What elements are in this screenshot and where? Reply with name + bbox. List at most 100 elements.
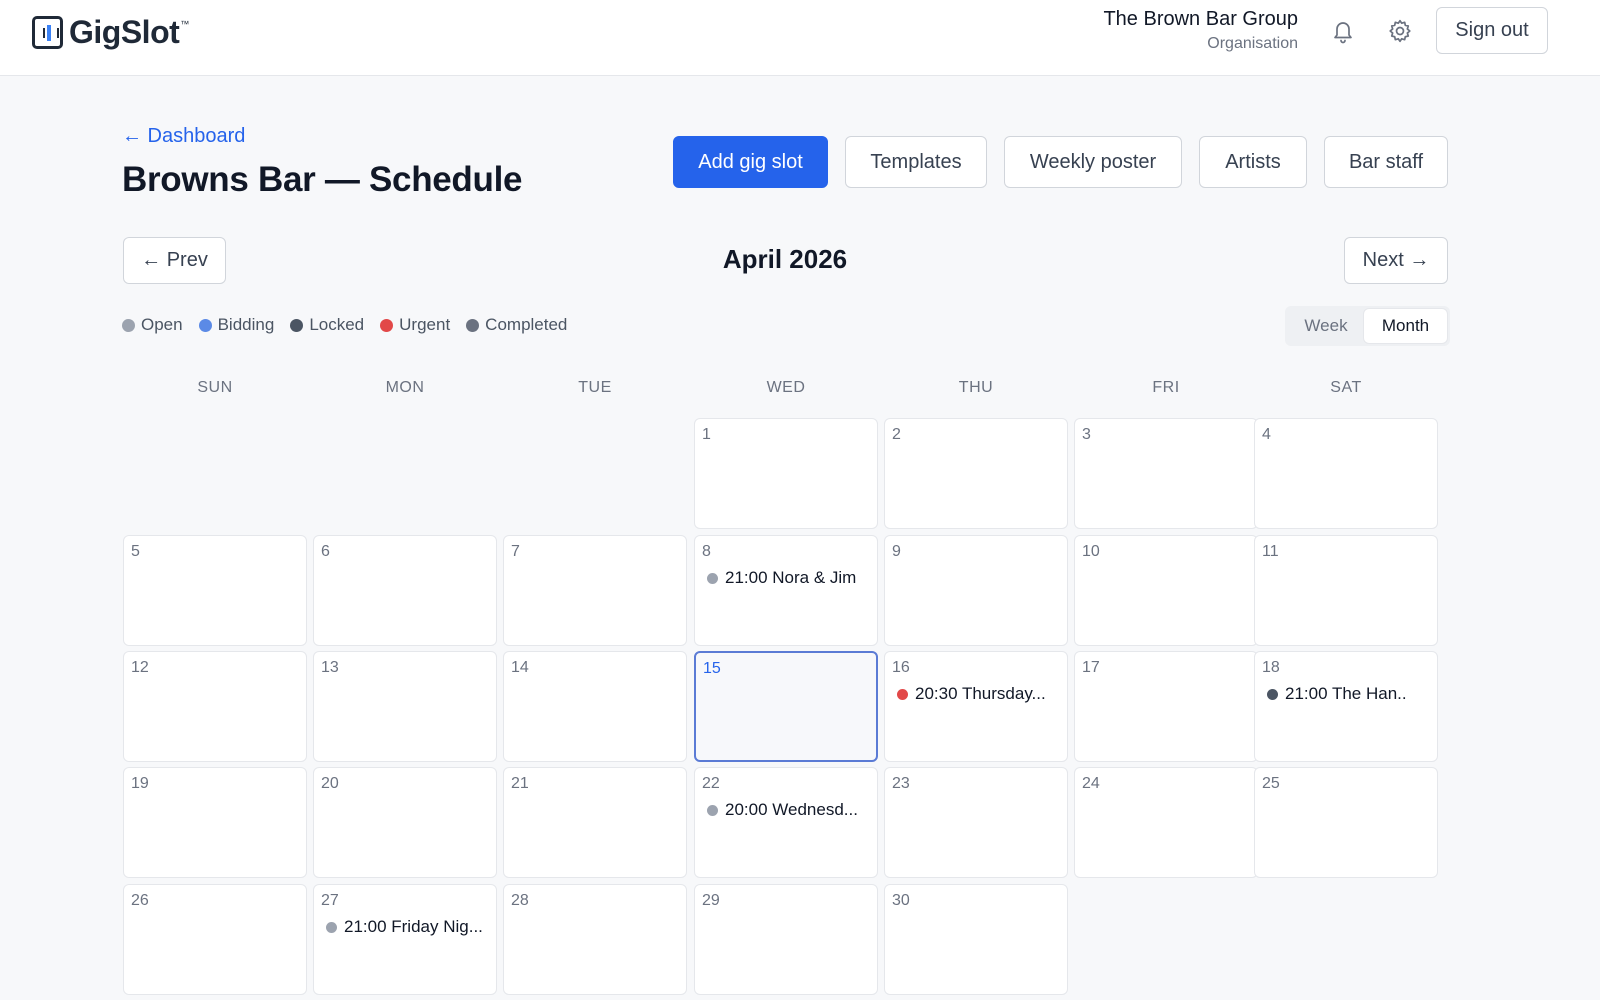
legend-label: Locked: [309, 315, 365, 334]
locked-status-dot: [1267, 688, 1278, 700]
day-cell-21[interactable]: 21: [503, 767, 687, 878]
day-cell-17[interactable]: 17: [1074, 651, 1258, 762]
logo-icon: [32, 16, 63, 49]
day-number: 7: [511, 543, 520, 560]
day-cell-25[interactable]: 25: [1254, 767, 1438, 878]
day-cell-30[interactable]: 30: [884, 884, 1068, 995]
day-number: 17: [1082, 659, 1100, 676]
day-cell-27[interactable]: 27 21:00 Friday Nig...: [313, 884, 497, 995]
weekday-header-fri: FRI: [1152, 379, 1180, 396]
day-cell-11[interactable]: 11: [1254, 535, 1438, 646]
day-cell-19[interactable]: 19: [123, 767, 307, 878]
day-cell-3[interactable]: 3: [1074, 418, 1258, 529]
settings-button[interactable]: [1385, 16, 1415, 46]
month-view-button[interactable]: Month: [1363, 308, 1448, 344]
view-toggle: Week Month: [1285, 306, 1450, 346]
day-number: 16: [892, 659, 910, 676]
day-cell-12[interactable]: 12: [123, 651, 307, 762]
day-number: 21: [511, 775, 529, 792]
weekday-header-thu: THU: [958, 379, 994, 396]
gig-slot-event[interactable]: 21:00 The Han..: [1267, 684, 1429, 704]
day-number: 22: [702, 775, 720, 792]
add-gig-slot-button[interactable]: Add gig slot: [673, 136, 828, 188]
notifications-button[interactable]: [1328, 16, 1358, 46]
day-cell-6[interactable]: 6: [313, 535, 497, 646]
day-number: 26: [131, 892, 149, 909]
day-cell-22[interactable]: 22 20:00 Wednesd...: [694, 767, 878, 878]
legend-open: Open: [122, 315, 183, 335]
page-title: Browns Bar — Schedule: [122, 160, 523, 199]
templates-button[interactable]: Templates: [845, 136, 987, 188]
gig-slot-event[interactable]: 21:00 Friday Nig...: [326, 917, 488, 937]
day-cell-9[interactable]: 9: [884, 535, 1068, 646]
sign-out-button[interactable]: Sign out: [1436, 7, 1548, 54]
organisation-name: The Brown Bar Group: [1103, 8, 1298, 30]
day-number: 6: [321, 543, 330, 560]
completed-status-dot: [466, 318, 480, 332]
weekday-header-wed: WED: [766, 379, 806, 396]
day-cell-16[interactable]: 16 20:30 Thursday...: [884, 651, 1068, 762]
weekly-poster-button[interactable]: Weekly poster: [1004, 136, 1182, 188]
day-number: 29: [702, 892, 720, 909]
legend-completed: Completed: [466, 315, 567, 335]
day-cell-29[interactable]: 29: [694, 884, 878, 995]
prev-month-button[interactable]: ← Prev: [123, 237, 226, 284]
day-cell-4[interactable]: 4: [1254, 418, 1438, 529]
urgent-status-dot: [380, 318, 394, 332]
legend-label: Open: [141, 315, 183, 334]
open-status-dot: [122, 318, 135, 332]
day-number: 19: [131, 775, 149, 792]
top-header: GigSlot ™ The Brown Bar Group Organisati…: [0, 0, 1600, 76]
month-title: April 2026: [722, 244, 848, 274]
weekday-header-mon: MON: [385, 379, 425, 396]
gig-slot-event[interactable]: 20:00 Wednesd...: [707, 800, 869, 820]
day-cell-26[interactable]: 26: [123, 884, 307, 995]
bidding-status-dot: [198, 318, 212, 332]
open-status-dot: [326, 921, 337, 933]
day-number: 13: [321, 659, 339, 676]
day-cell-7[interactable]: 7: [503, 535, 687, 646]
open-status-dot: [707, 572, 718, 584]
gig-slot-label: 20:30 Thursday...: [915, 684, 1046, 703]
status-legend: Open Bidding Locked Urgent Completed: [122, 315, 567, 335]
legend-label: Completed: [485, 315, 568, 334]
organisation-role: Organisation: [1207, 35, 1298, 52]
day-number: 3: [1082, 426, 1091, 443]
day-cell-8[interactable]: 8 21:00 Nora & Jim: [694, 535, 878, 646]
day-cell-23[interactable]: 23: [884, 767, 1068, 878]
bar-staff-button[interactable]: Bar staff: [1324, 136, 1448, 188]
gig-slot-label: 21:00 The Han..: [1285, 684, 1407, 703]
day-cell-5[interactable]: 5: [123, 535, 307, 646]
next-month-button[interactable]: Next →: [1344, 237, 1448, 284]
day-number: 28: [511, 892, 529, 909]
day-cell-15[interactable]: 15: [694, 651, 878, 762]
legend-bidding: Bidding: [198, 315, 275, 335]
day-cell-10[interactable]: 10: [1074, 535, 1258, 646]
legend-locked: Locked: [290, 315, 364, 335]
gear-icon: [1389, 19, 1411, 43]
day-cell-24[interactable]: 24: [1074, 767, 1258, 878]
day-cell-20[interactable]: 20: [313, 767, 497, 878]
day-number: 30: [892, 892, 910, 909]
day-cell-28[interactable]: 28: [503, 884, 687, 995]
day-number: 5: [131, 543, 140, 560]
day-cell-13[interactable]: 13: [313, 651, 497, 762]
week-view-button[interactable]: Week: [1291, 310, 1361, 342]
bell-icon: [1334, 22, 1352, 44]
artists-button[interactable]: Artists: [1199, 136, 1307, 188]
day-number: 9: [892, 543, 901, 560]
day-cell-1[interactable]: 1: [694, 418, 878, 529]
weekday-header-sun: SUN: [197, 379, 233, 396]
gig-slot-event[interactable]: 21:00 Nora & Jim: [707, 568, 869, 588]
legend-label: Bidding: [217, 315, 275, 334]
day-cell-2[interactable]: 2: [884, 418, 1068, 529]
weekday-header-sat: SAT: [1330, 379, 1362, 396]
gig-slot-label: 21:00 Nora & Jim: [725, 568, 857, 587]
gigslot-logo[interactable]: GigSlot ™: [32, 14, 189, 51]
dashboard-back-link[interactable]: ← Dashboard: [122, 125, 245, 148]
day-cell-14[interactable]: 14: [503, 651, 687, 762]
day-number: 2: [892, 426, 901, 443]
day-number: 14: [511, 659, 529, 676]
gig-slot-event[interactable]: 20:30 Thursday...: [897, 684, 1059, 704]
day-cell-18[interactable]: 18 21:00 The Han..: [1254, 651, 1438, 762]
